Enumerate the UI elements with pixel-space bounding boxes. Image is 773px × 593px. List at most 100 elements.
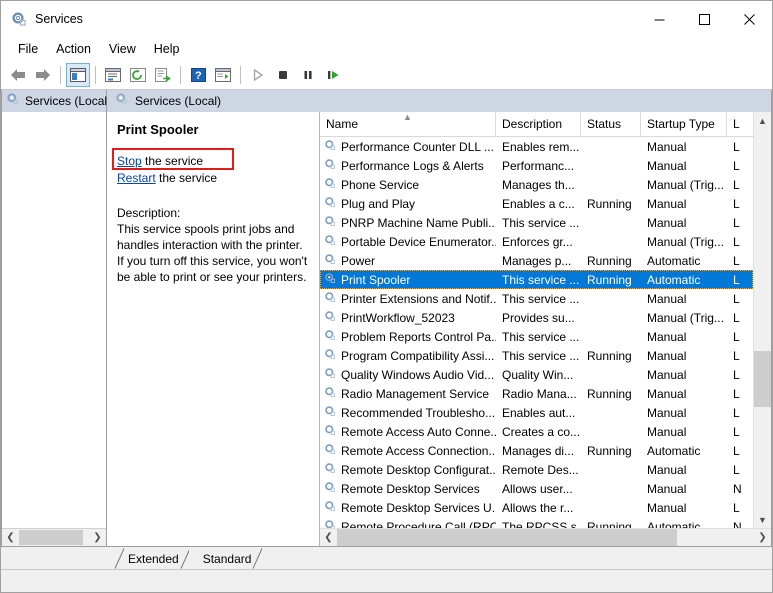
cell-service-name: Radio Management Service — [320, 386, 496, 402]
stop-service-icon[interactable] — [271, 63, 295, 87]
show-hide-action-pane-icon[interactable] — [211, 63, 235, 87]
list-hscroll-track[interactable] — [337, 529, 754, 546]
table-row[interactable]: Performance Counter DLL ... Enables rem..… — [320, 137, 753, 156]
cell-service-name: Remote Desktop Services — [320, 481, 496, 497]
scroll-up-icon[interactable]: ▲ — [754, 112, 771, 129]
tab-standard[interactable]: Standard — [188, 548, 263, 569]
refresh-icon[interactable] — [126, 63, 150, 87]
menu-item-help[interactable]: Help — [145, 39, 189, 59]
table-row[interactable]: Quality Windows Audio Vid... Quality Win.… — [320, 365, 753, 384]
list-horizontal-scrollbar[interactable]: ❮ ❯ — [320, 528, 771, 546]
table-row[interactable]: Problem Reports Control Pa... This servic… — [320, 327, 753, 346]
cell-service-name: Power — [320, 253, 496, 269]
list-hscroll-thumb[interactable] — [337, 529, 677, 546]
table-row[interactable]: Remote Access Connection... Manages di...… — [320, 441, 753, 460]
service-gear-icon — [324, 405, 337, 421]
cell-log-on-as: L — [733, 291, 740, 306]
cell-service-name: Remote Desktop Configurat... — [320, 462, 496, 478]
show-hide-console-tree-icon[interactable] — [66, 63, 90, 87]
vscroll-thumb[interactable] — [754, 351, 771, 407]
table-row-selected[interactable]: Print Spooler This service ... Running Auto… — [320, 270, 753, 289]
service-gear-icon — [324, 519, 337, 528]
tab-extended[interactable]: Extended — [114, 548, 191, 569]
cell-description: Enables a c... — [502, 196, 575, 211]
description-line-1: This service spools print jobs and — [117, 222, 295, 236]
stop-service-link[interactable]: Stop — [117, 154, 142, 168]
service-gear-icon — [324, 386, 337, 402]
service-name-label: Radio Management Service — [341, 386, 490, 401]
scroll-left-icon[interactable]: ❮ — [320, 529, 337, 546]
service-name-label: Portable Device Enumerator... — [341, 234, 496, 249]
table-row[interactable]: Remote Access Auto Conne... Creates a co.… — [320, 422, 753, 441]
cell-status: Running — [587, 519, 632, 529]
table-row[interactable]: Program Compatibility Assi... This servic… — [320, 346, 753, 365]
scroll-right-icon[interactable]: ❯ — [89, 530, 106, 545]
menu-item-file[interactable]: File — [9, 39, 47, 59]
scroll-down-icon[interactable]: ▼ — [754, 511, 771, 528]
service-gear-icon — [324, 253, 337, 269]
forward-icon[interactable] — [31, 63, 55, 87]
scroll-right-icon[interactable]: ❯ — [754, 529, 771, 546]
table-row[interactable]: Remote Desktop Services Allows user... Man… — [320, 479, 753, 498]
restart-service-link[interactable]: Restart — [117, 171, 156, 185]
pause-service-icon[interactable] — [296, 63, 320, 87]
start-service-icon[interactable] — [246, 63, 270, 87]
cell-description: Enforces gr... — [502, 234, 573, 249]
service-gear-icon — [324, 177, 337, 193]
cell-description: Allows the r... — [502, 500, 574, 515]
service-name-label: Program Compatibility Assi... — [341, 348, 495, 363]
cell-startup-type: Manual — [647, 329, 687, 344]
table-row[interactable]: Performance Logs & Alerts Performanc... Ma… — [320, 156, 753, 175]
cell-description: This service ... — [502, 291, 580, 306]
export-list-icon[interactable] — [151, 63, 175, 87]
table-row[interactable]: PNRP Machine Name Publi... This service .… — [320, 213, 753, 232]
table-row[interactable]: Radio Management Service Radio Mana... Run… — [320, 384, 753, 403]
service-actions: Stop the service Restart the service — [112, 148, 309, 187]
tree-horizontal-scrollbar[interactable]: ❮ ❯ — [2, 528, 106, 546]
minimize-button[interactable] — [637, 1, 682, 37]
view-tabs: Extended Standard — [1, 547, 772, 569]
cell-log-on-as: L — [733, 367, 740, 382]
tree-hscroll-thumb[interactable] — [19, 530, 83, 545]
cell-description: Performanc... — [502, 158, 575, 173]
back-icon[interactable] — [6, 63, 30, 87]
column-header-description[interactable]: Description — [496, 112, 581, 136]
tree-hscroll-track[interactable] — [19, 530, 89, 545]
cell-log-on-as: L — [733, 196, 740, 211]
cell-service-name: Printer Extensions and Notif... — [320, 291, 496, 307]
column-header-name[interactable]: ▲ Name — [320, 112, 496, 136]
menu-item-view[interactable]: View — [100, 39, 145, 59]
table-row[interactable]: Portable Device Enumerator... Enforces gr… — [320, 232, 753, 251]
vscroll-track[interactable] — [754, 129, 771, 511]
console-tree-body[interactable] — [2, 112, 106, 528]
restart-service-action[interactable]: Restart the service — [117, 170, 309, 187]
table-row[interactable]: Printer Extensions and Notif... This serv… — [320, 289, 753, 308]
services-gear-icon — [11, 11, 27, 27]
table-row[interactable]: Plug and Play Enables a c... Running Manual… — [320, 194, 753, 213]
properties-icon[interactable] — [101, 63, 125, 87]
table-row[interactable]: PrintWorkflow_52023 Provides su... Manual … — [320, 308, 753, 327]
table-row[interactable]: Phone Service Manages th... Manual (Trig..… — [320, 175, 753, 194]
column-header-startup-type[interactable]: Startup Type — [641, 112, 727, 136]
table-row[interactable]: Recommended Troublesho... Enables aut... M… — [320, 403, 753, 422]
help-icon[interactable]: ? — [186, 63, 210, 87]
scroll-left-icon[interactable]: ❮ — [2, 530, 19, 545]
table-row[interactable]: Remote Procedure Call (RPC) The RPCSS s..… — [320, 517, 753, 528]
close-button[interactable] — [727, 1, 772, 37]
service-name-label: Remote Access Connection... — [341, 443, 496, 458]
column-header-log-on-as[interactable]: L — [727, 112, 741, 136]
table-row[interactable]: Remote Desktop Services U... Allows the r… — [320, 498, 753, 517]
list-vertical-scrollbar[interactable]: ▲ ▼ — [753, 112, 771, 528]
service-gear-icon — [324, 329, 337, 345]
cell-service-name: Performance Logs & Alerts — [320, 158, 496, 174]
stop-service-action[interactable]: Stop the service — [117, 153, 309, 170]
table-row[interactable]: Remote Desktop Configurat... Remote Des..… — [320, 460, 753, 479]
services-gear-icon — [6, 92, 20, 111]
menu-item-action[interactable]: Action — [47, 39, 100, 59]
service-gear-icon — [324, 139, 337, 155]
table-row[interactable]: Power Manages p... Running Automatic L — [320, 251, 753, 270]
list-header-row: ▲ Name Description Status Startup Type L — [320, 112, 753, 137]
restart-service-icon[interactable] — [321, 63, 345, 87]
column-header-status[interactable]: Status — [581, 112, 641, 136]
maximize-button[interactable] — [682, 1, 727, 37]
